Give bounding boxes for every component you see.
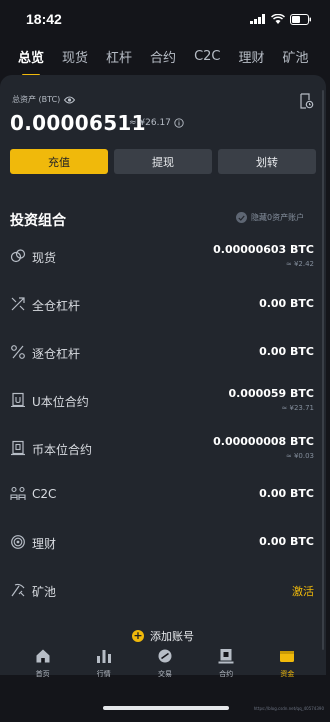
history-icon[interactable] (298, 93, 314, 109)
add-account-button[interactable]: + 添加账号 (0, 626, 326, 646)
futures-icon (218, 649, 234, 664)
action-buttons: 充值 提现 划转 (10, 149, 316, 174)
total-assets-cny-text: ≈ ¥26.17 (129, 118, 171, 128)
total-assets-cny: ≈ ¥26.17 (129, 118, 184, 128)
account-name: 矿池 (32, 585, 57, 599)
nav-wallet[interactable]: 资金 (265, 648, 309, 688)
total-assets-label-text: 总资产 (BTC) (12, 95, 61, 104)
account-amount: 0.00 BTC (259, 297, 314, 310)
account-name: 币本位合约 (32, 443, 93, 457)
transfer-button[interactable]: 划转 (218, 149, 316, 174)
account-amount: 0.00000603 BTC (213, 243, 314, 256)
wallet-icon (280, 651, 295, 662)
pool-icon (11, 583, 25, 597)
account-amount: 0.000059 BTC (228, 387, 314, 400)
hide-zero-label: 隐藏0资产账户 (251, 213, 305, 222)
tab-c2c[interactable]: C2C (194, 49, 220, 64)
account-name: 全仓杠杆 (32, 299, 81, 313)
account-row-spot[interactable]: 现货 0.00000603 BTC ≈ ¥2.42 (0, 235, 326, 279)
tab-margin[interactable]: 杠杆 (106, 47, 132, 66)
account-amount-cny: ≈ ¥0.03 (285, 452, 314, 460)
tab-futures[interactable]: 合约 (150, 47, 176, 66)
isolated-margin-icon (11, 345, 25, 359)
add-account-label: 添加账号 (150, 630, 194, 643)
earn-icon (11, 535, 25, 549)
status-bar: 18:42 (0, 0, 330, 38)
c2c-icon (10, 486, 26, 500)
account-row-earn[interactable]: 理财 0.00 BTC (0, 521, 326, 565)
battery-icon (290, 13, 311, 25)
status-time: 18:42 (26, 11, 62, 27)
account-name: U本位合约 (32, 395, 89, 409)
eye-icon[interactable] (64, 96, 76, 104)
wifi-icon (271, 14, 285, 24)
account-amount: 0.00000008 BTC (213, 435, 314, 448)
check-icon[interactable] (236, 212, 247, 223)
total-assets-label: 总资产 (BTC) (12, 94, 76, 105)
status-icons (250, 13, 312, 25)
account-row-c2c[interactable]: C2C 0.00 BTC (0, 473, 326, 517)
home-icon (36, 649, 50, 663)
account-amount: 0.00 BTC (259, 345, 314, 358)
account-row-usdm-futures[interactable]: U本位合约 0.000059 BTC ≈ ¥23.71 (0, 379, 326, 423)
nav-label: 首页 (35, 670, 50, 678)
home-indicator (103, 706, 229, 710)
tab-earn[interactable]: 理财 (239, 47, 265, 66)
account-name: 现货 (32, 251, 57, 265)
withdraw-button[interactable]: 提现 (114, 149, 212, 174)
trade-icon (158, 649, 172, 663)
hide-zero-toggle[interactable]: 隐藏0资产账户 (236, 212, 304, 223)
plus-icon: + (132, 629, 144, 642)
tab-pool[interactable]: 矿池 (283, 47, 309, 66)
nav-label: 合约 (219, 670, 234, 678)
signal-icon (250, 14, 265, 24)
account-amount-cny: ≈ ¥2.42 (285, 260, 314, 268)
account-amount: 0.00 BTC (259, 535, 314, 548)
account-row-isolated-margin[interactable]: 逐仓杠杆 0.00 BTC (0, 331, 326, 375)
account-name: 逐仓杠杆 (32, 347, 81, 361)
markets-icon (96, 650, 111, 663)
nav-label: 资金 (280, 670, 295, 678)
top-tabs: 总览 现货 杠杆 合约 C2C 理财 矿池 (0, 44, 330, 76)
account-row-pool[interactable]: 矿池 激活 (0, 569, 326, 613)
account-name: 理财 (32, 537, 57, 551)
nav-label: 交易 (157, 670, 172, 678)
account-amount-cny: ≈ ¥23.71 (281, 404, 314, 412)
nav-home[interactable]: 首页 (21, 648, 65, 688)
total-assets-btc: 0.00006511 (10, 111, 146, 135)
account-row-coinm-futures[interactable]: 币本位合约 0.00000008 BTC ≈ ¥0.03 (0, 427, 326, 471)
cross-margin-icon (11, 297, 25, 311)
activate-link[interactable]: 激活 (292, 583, 314, 599)
deposit-button[interactable]: 充值 (10, 149, 108, 174)
info-icon[interactable] (174, 118, 184, 128)
nav-markets[interactable]: 行情 (82, 648, 126, 688)
account-amount: 0.00 BTC (259, 487, 314, 500)
watermark: https://blog.csdn.net/qq_40574390 (253, 706, 324, 711)
nav-trade[interactable]: 交易 (143, 648, 187, 688)
portfolio-title: 投资组合 (10, 213, 66, 229)
bottom-nav: 首页 行情 交易 合约 资金 (0, 648, 330, 688)
tab-overview[interactable]: 总览 (18, 47, 44, 76)
account-row-cross-margin[interactable]: 全仓杠杆 0.00 BTC (0, 283, 326, 327)
tab-spot[interactable]: 现货 (62, 47, 88, 66)
nav-label: 行情 (96, 670, 111, 678)
coinm-futures-icon (11, 440, 25, 456)
nav-futures[interactable]: 合约 (204, 648, 248, 688)
account-name: C2C (32, 487, 57, 501)
spot-icon (10, 249, 26, 263)
usdm-futures-icon (11, 392, 25, 408)
